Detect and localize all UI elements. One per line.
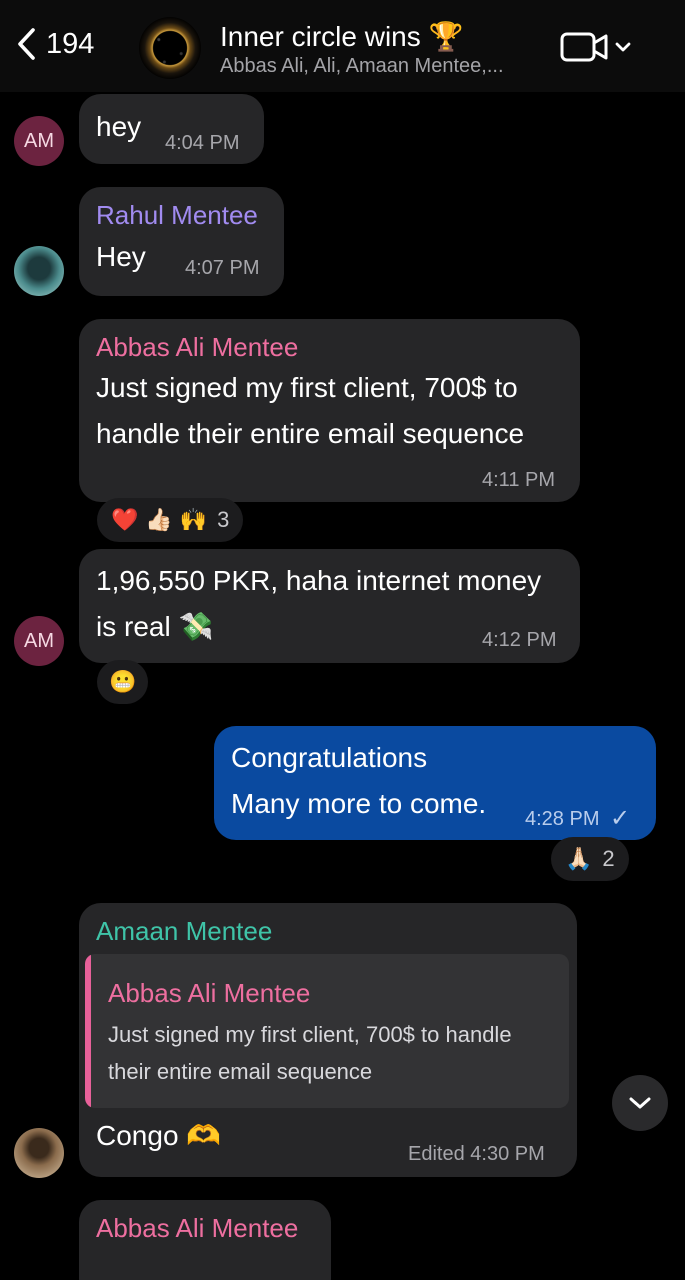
message-text: handle their entire email sequence: [96, 418, 525, 449]
reaction-count: 2: [602, 846, 615, 871]
message-time: 4:04 PM: [165, 132, 240, 154]
sender-name[interactable]: Abbas Ali Mentee: [96, 1213, 298, 1244]
reactions[interactable]: 🙏🏻 2: [551, 837, 629, 881]
chevron-left-icon: [18, 28, 35, 60]
sender-name[interactable]: Amaan Mentee: [96, 916, 272, 947]
message-text: Hey: [96, 241, 146, 272]
message-text: Congratulations: [231, 742, 428, 773]
message-bubble[interactable]: Amaan Mentee Abbas Ali Mentee Just signe…: [79, 903, 577, 1177]
unread-count: 194: [46, 27, 95, 60]
message-time: 4:07 PM: [185, 257, 260, 279]
avatar[interactable]: AM: [14, 616, 64, 666]
sent-check-icon: ✓: [610, 805, 631, 832]
message-text: Many more to come.: [231, 788, 487, 819]
chat-header: 194 Inner circle wins 🏆 Abbas Ali, Ali, …: [0, 0, 685, 92]
chat-members[interactable]: Abbas Ali, Ali, Amaan Mentee,...: [220, 55, 504, 78]
message-bubble[interactable]: Rahul Mentee Hey 4:07 PM: [79, 187, 284, 296]
group-avatar[interactable]: [139, 17, 201, 79]
message-time: 4:28 PM: [525, 808, 600, 830]
reaction-emojis: 🙏🏻: [565, 846, 593, 872]
avatar[interactable]: [14, 1128, 64, 1178]
message-text: Congo 🫶: [96, 1120, 222, 1151]
message-time: 4:12 PM: [482, 629, 557, 651]
sender-name[interactable]: Abbas Ali Mentee: [96, 332, 298, 363]
reaction-emojis: 😬: [109, 669, 137, 695]
message-text: hey: [96, 111, 142, 142]
reaction-count: 3: [217, 507, 230, 532]
reactions[interactable]: ❤️ 👍🏻 🙌 3: [97, 498, 244, 542]
avatar[interactable]: AM: [14, 116, 64, 166]
avatar[interactable]: [14, 246, 64, 296]
message-bubble-outgoing[interactable]: Congratulations Many more to come. 4:28 …: [214, 726, 656, 840]
message-list[interactable]: AM hey 4:04 PM Rahul Mentee Hey 4:07 PM …: [0, 92, 685, 1280]
reaction-emojis: ❤️ 👍🏻 🙌: [111, 507, 208, 533]
message-text: 1,96,550 PKR, haha internet money: [96, 565, 542, 596]
message-bubble[interactable]: 1,96,550 PKR, haha internet money is rea…: [79, 549, 580, 663]
quote-sender: Abbas Ali Mentee: [108, 978, 311, 1008]
message-text: is real 💸: [96, 611, 214, 642]
chevron-down-icon: [629, 1097, 651, 1109]
sender-name[interactable]: Rahul Mentee: [96, 200, 258, 231]
scroll-down-button[interactable]: [612, 1075, 668, 1131]
back-button[interactable]: 194: [14, 26, 94, 62]
quoted-message[interactable]: Abbas Ali Mentee Just signed my first cl…: [85, 954, 569, 1108]
chevron-down-icon: [615, 42, 631, 52]
video-call-button[interactable]: [560, 30, 632, 64]
message-text: Just signed my first client, 700$ to: [96, 372, 518, 403]
reactions[interactable]: 😬: [97, 660, 149, 704]
chat-title[interactable]: Inner circle wins 🏆: [220, 20, 463, 53]
video-camera-icon: [560, 32, 608, 62]
message-bubble[interactable]: hey 4:04 PM: [79, 94, 264, 164]
message-time: 4:11 PM: [482, 469, 555, 491]
message-bubble[interactable]: Abbas Ali Mentee: [79, 1200, 331, 1280]
message-time: Edited 4:30 PM: [408, 1143, 545, 1165]
message-bubble[interactable]: Abbas Ali Mentee Just signed my first cl…: [79, 319, 580, 502]
quote-text: their entire email sequence: [108, 1059, 373, 1084]
quote-text: Just signed my first client, 700$ to han…: [108, 1022, 512, 1047]
quote-bar: [85, 954, 91, 1108]
